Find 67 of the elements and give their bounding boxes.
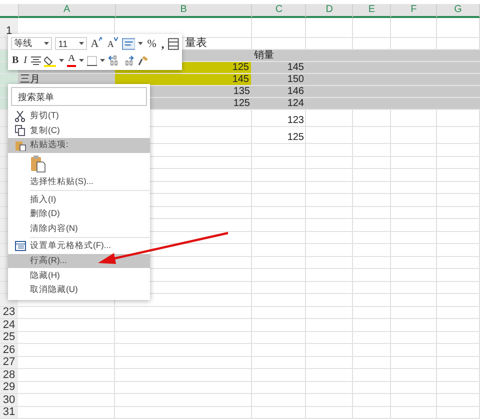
row-number[interactable]: 1 — [6, 26, 12, 37]
decrease-decimal-icon[interactable] — [123, 55, 136, 66]
table-cell-text: 145 — [286, 62, 305, 73]
menu-item[interactable]: 插入(I) — [8, 192, 150, 207]
table-icon[interactable] — [168, 38, 179, 50]
caret-icon — [78, 42, 84, 45]
sheet-row[interactable]: 23 — [0, 306, 480, 319]
sheet-row[interactable]: 30 — [0, 394, 480, 406]
table-cell-text: 146 — [286, 86, 305, 97]
caret-up-icon — [98, 37, 102, 41]
menu-item[interactable]: 清除内容(N) — [8, 222, 150, 236]
row-number[interactable]: 26 — [2, 344, 16, 356]
row-number[interactable]: 31 — [2, 407, 16, 418]
caret-icon — [138, 42, 144, 45]
sheet-title: 量表 — [184, 38, 208, 49]
row-number[interactable]: 25 — [2, 332, 16, 343]
menu-item[interactable]: 删除(D) — [8, 206, 150, 222]
percent-button[interactable]: % — [146, 37, 158, 50]
menu-item[interactable]: 剪切(T) — [8, 109, 150, 124]
shrink-font-button[interactable]: A — [106, 37, 119, 50]
search-field[interactable]: 搜索菜单 — [11, 87, 147, 106]
sheet-row[interactable]: 26 — [0, 344, 480, 356]
selected-row[interactable]: 三月 145 150 — [0, 74, 480, 86]
wrap-text-icon[interactable] — [122, 38, 136, 50]
table-cell-text: 124 — [286, 98, 305, 109]
table-cell-text: 135 — [232, 86, 251, 97]
menu-item[interactable]: 行高(R)... — [8, 254, 150, 268]
caret-down-icon — [114, 37, 118, 41]
font-size-select[interactable]: 11 — [55, 37, 87, 50]
clipboard-icon — [14, 140, 26, 151]
row-number[interactable]: 29 — [2, 382, 16, 393]
format-painter-icon[interactable] — [138, 55, 150, 66]
font-select[interactable]: 等线 — [11, 37, 52, 50]
fill-color-icon[interactable] — [44, 54, 56, 66]
sheet-row[interactable]: 24 — [0, 319, 480, 332]
row-number[interactable]: 30 — [2, 394, 16, 406]
table-cell-text: 销量 — [253, 50, 275, 61]
table-cell: 145 — [115, 74, 251, 85]
table-cell-text: 三月 — [19, 74, 41, 85]
sheet-row[interactable]: 27 — [0, 356, 480, 369]
sheet-row[interactable]: 25 — [0, 332, 480, 344]
table-cell-text: 125 — [286, 132, 305, 143]
table-cell-text: 123 — [286, 115, 305, 126]
row-number[interactable]: 27 — [2, 357, 16, 368]
menu-item[interactable]: 设置单元格格式(F)... — [8, 239, 150, 254]
sheet-row[interactable]: 28 — [0, 369, 480, 382]
row-number[interactable]: 23 — [2, 307, 16, 318]
table-cell-text: 125 — [232, 98, 251, 109]
table-cell-text: 150 — [286, 74, 305, 85]
caret-icon — [44, 42, 50, 45]
menu-item[interactable]: 隐藏(H) — [8, 268, 150, 283]
paste-icon[interactable] — [30, 154, 46, 173]
copy-icon — [15, 125, 25, 136]
format-cells-icon — [14, 241, 26, 252]
sheet-row[interactable]: 29 — [0, 382, 480, 394]
grow-font-button[interactable]: A — [90, 37, 104, 50]
comma-button[interactable]: , — [160, 37, 166, 50]
row-number[interactable]: 24 — [2, 320, 16, 330]
sheet-row[interactable]: 31 — [0, 406, 480, 419]
align-center-icon[interactable] — [31, 56, 42, 65]
select-all-corner[interactable] — [0, 4, 19, 18]
menu-item[interactable]: 选择性粘贴(S)... — [8, 174, 150, 190]
menu-item[interactable]: 取消隐藏(U) — [8, 282, 150, 298]
borders-icon[interactable] — [87, 56, 98, 66]
row-number[interactable]: 28 — [2, 370, 16, 380]
scissors-icon — [15, 110, 25, 122]
increase-decimal-icon[interactable] — [108, 55, 120, 66]
